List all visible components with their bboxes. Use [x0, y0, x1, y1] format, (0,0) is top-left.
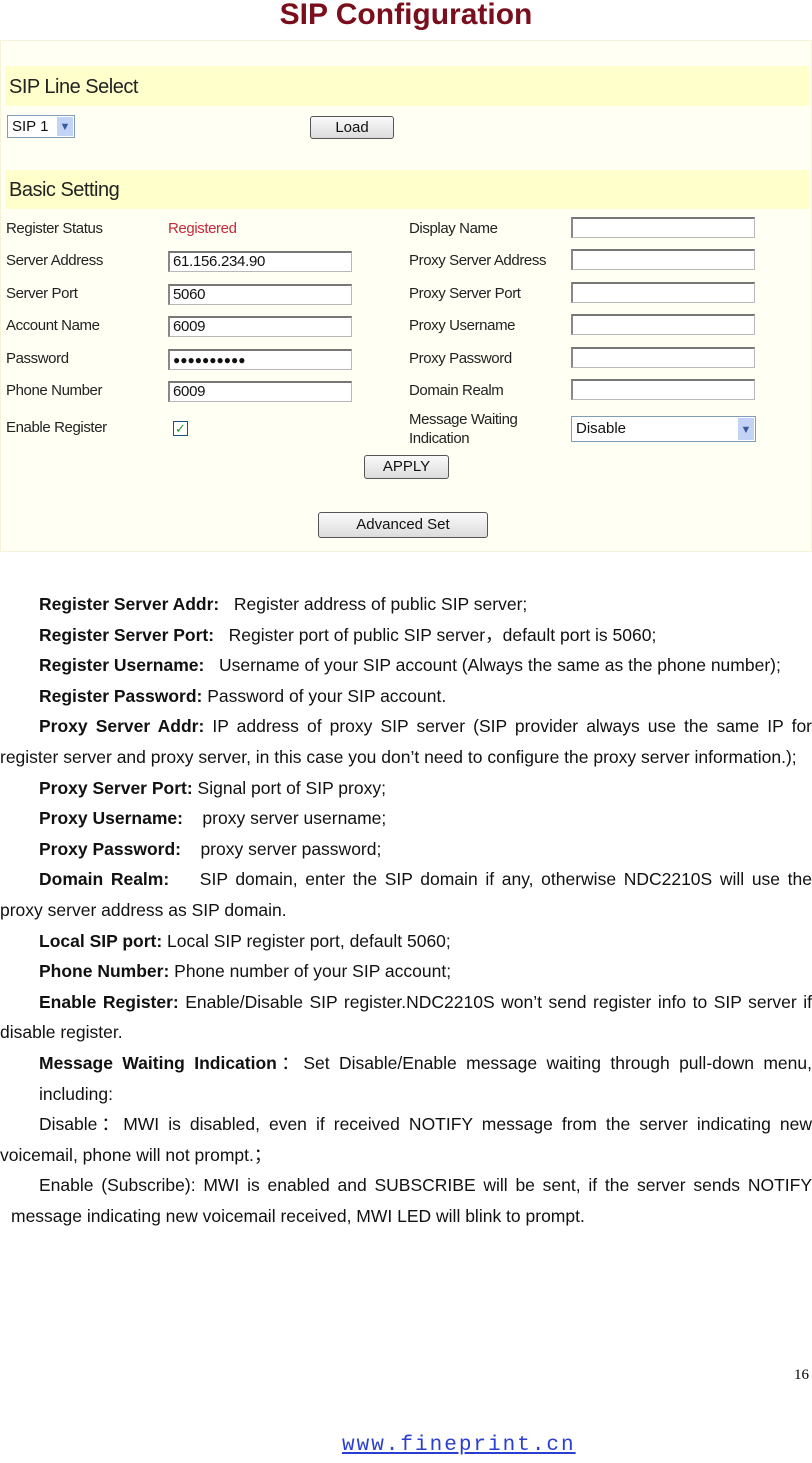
mwi-enable-text: Enable (Subscribe): MWI is enabled and S…	[11, 1175, 812, 1226]
proxy-server-address-input[interactable]	[571, 249, 755, 270]
proxy-server-port-input[interactable]	[571, 282, 755, 303]
field-label: Display Name	[409, 220, 498, 237]
term: Local SIP port:	[39, 930, 163, 951]
field-label: Proxy Server Address	[409, 252, 547, 269]
definition: Local SIP register port, default 5060;	[162, 930, 451, 951]
term: Register Server Port:	[39, 624, 215, 645]
proxy-password-input[interactable]	[571, 347, 755, 368]
field-label: Server Port	[6, 285, 78, 302]
term: Domain Realm:	[39, 869, 170, 890]
term: Message Waiting Indication	[39, 1052, 277, 1073]
definition: proxy server password;	[181, 838, 382, 859]
field-label: Account Name	[6, 317, 100, 334]
term: Proxy Server Addr:	[39, 716, 205, 737]
term: Register Username:	[39, 655, 205, 676]
term: Phone Number:	[39, 961, 170, 982]
term: Proxy Username:	[39, 808, 183, 829]
description-text: Register Server Addr: Register address o…	[0, 589, 812, 1231]
description-item: Register Username: Username of your SIP …	[0, 650, 812, 681]
description-item: Phone Number: Phone number of your SIP a…	[0, 956, 812, 987]
proxy-username-input[interactable]	[571, 314, 755, 335]
register-status-value: Registered	[168, 220, 237, 237]
sip-line-select[interactable]: SIP 1 ▼	[7, 115, 75, 138]
enable-register-checkbox[interactable]: ✓	[173, 421, 188, 436]
server-port-input[interactable]: 5060	[168, 284, 352, 305]
description-item: Enable Register: Enable/Disable SIP regi…	[0, 987, 812, 1048]
chevron-down-icon: ▼	[738, 418, 754, 440]
sip-line-value: SIP 1	[12, 118, 49, 135]
term: Proxy Password:	[39, 838, 181, 859]
term: Register Password:	[39, 685, 203, 706]
definition: Phone number of your SIP account;	[169, 961, 452, 982]
definition: proxy server username;	[182, 808, 387, 829]
advanced-set-button[interactable]: Advanced Set	[318, 512, 488, 538]
field-label: Enable Register	[6, 419, 107, 436]
description-item: Domain Realm: SIP domain, enter the SIP …	[0, 864, 812, 925]
definition: Register address of public SIP server;	[219, 594, 528, 614]
field-label: Domain Realm	[409, 382, 504, 399]
load-button[interactable]: Load	[310, 116, 394, 139]
field-label: Register Status	[6, 220, 103, 237]
description-item: Register Server Port: Register port of p…	[0, 620, 812, 651]
term: Register Server Addr:	[39, 594, 220, 614]
display-name-input[interactable]	[571, 217, 755, 238]
term: Enable Register:	[39, 991, 179, 1012]
description-item: Proxy Server Addr: IP address of proxy S…	[0, 711, 812, 772]
field-label: Proxy Server Port	[409, 285, 521, 302]
server-address-input[interactable]: 61.156.234.90	[168, 251, 352, 272]
mwi-select[interactable]: Disable ▼	[571, 416, 756, 442]
definition: Signal port of SIP proxy;	[192, 777, 386, 798]
description-item: Proxy Password: proxy server password;	[0, 834, 812, 865]
field-label: Message Waiting Indication	[409, 411, 518, 447]
sip-line-select-header: SIP Line Select	[5, 66, 809, 106]
field-label: Phone Number	[6, 382, 103, 399]
description-item: Proxy Server Port: Signal port of SIP pr…	[0, 773, 812, 804]
sip-config-screenshot: SIP Line Select SIP 1 ▼ Load Basic Setti…	[0, 40, 812, 552]
definition: Username of your SIP account (Always the…	[204, 655, 781, 676]
field-label: Proxy Username	[409, 317, 516, 334]
phone-number-input[interactable]: 6009	[168, 381, 352, 402]
field-label: Proxy Password	[409, 350, 512, 367]
mwi-disable-text: Disable：MWI is disabled, even if receive…	[0, 1114, 812, 1165]
definition: Password of your SIP account.	[202, 685, 447, 706]
basic-setting-header: Basic Setting	[5, 170, 809, 209]
chevron-down-icon: ▼	[57, 117, 73, 136]
definition: Register port of public SIP server，defau…	[214, 624, 657, 645]
description-item: Proxy Username: proxy server username;	[0, 803, 812, 834]
field-label: Server Address	[6, 252, 103, 269]
apply-button[interactable]: APPLY	[364, 455, 449, 479]
mwi-value: Disable	[576, 420, 627, 437]
account-name-input[interactable]: 6009	[168, 316, 352, 337]
description-item: Message Waiting Indication：Set Disable/E…	[0, 1048, 812, 1109]
password-input[interactable]: ●●●●●●●●●●	[168, 349, 352, 370]
term: Proxy Server Port:	[39, 777, 193, 798]
description-item: Register Server Addr: Register address o…	[0, 589, 812, 620]
manual-page: SIP Configuration SIP Line Select SIP 1 …	[0, 0, 812, 1463]
domain-realm-input[interactable]	[571, 379, 755, 400]
page-number: 16	[794, 1367, 809, 1383]
field-label: Password	[6, 350, 69, 367]
description-item: Register Password: Password of your SIP …	[0, 681, 812, 712]
description-item: Local SIP port: Local SIP register port,…	[0, 926, 812, 957]
page-title: SIP Configuration	[279, 0, 533, 31]
footer-link[interactable]: www.fineprint.cn	[342, 1434, 576, 1457]
